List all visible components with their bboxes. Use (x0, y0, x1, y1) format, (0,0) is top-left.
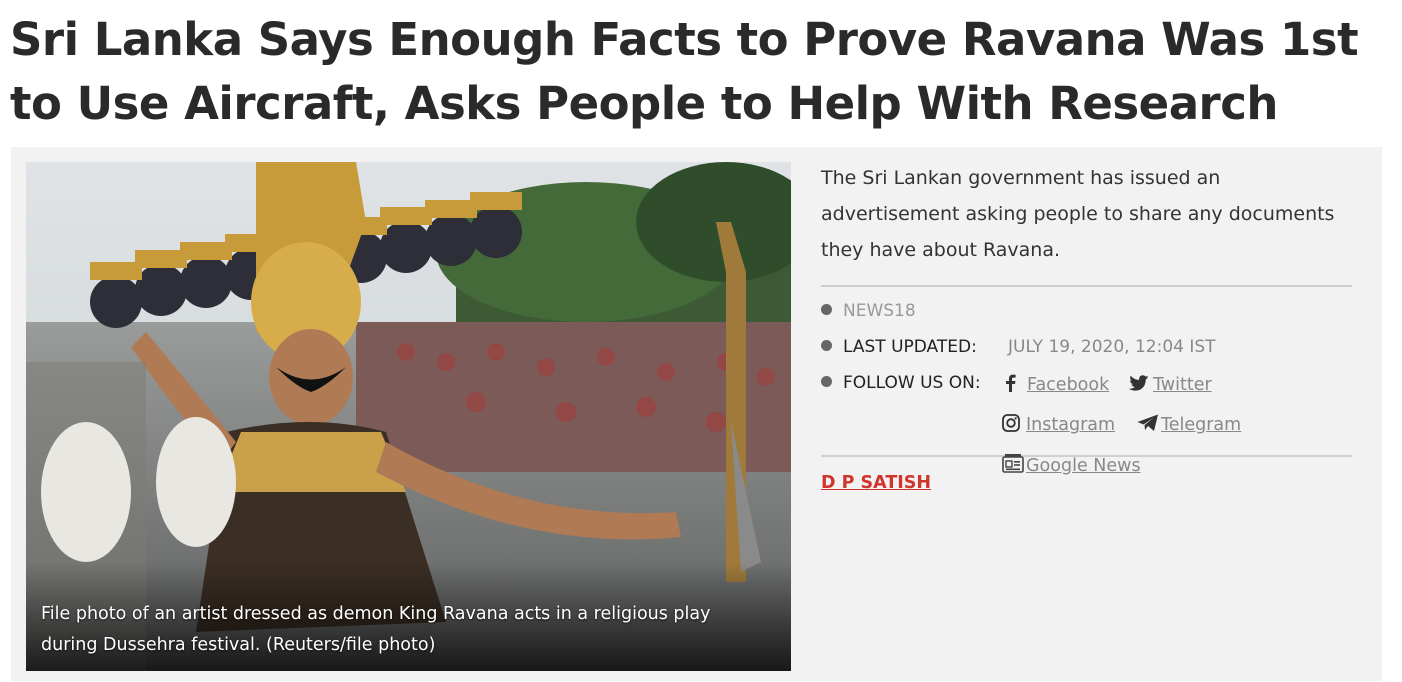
bullet-dot (821, 304, 832, 315)
instagram-icon (1002, 414, 1022, 439)
facebook-link[interactable]: Facebook (1003, 373, 1109, 399)
lead-photo-illustration (26, 162, 791, 671)
follow-us-label: FOLLOW US ON: (843, 373, 981, 393)
lead-photo: File photo of an artist dressed as demon… (26, 162, 791, 671)
instagram-label: Instagram (1026, 415, 1116, 435)
telegram-link[interactable]: Telegram (1137, 413, 1241, 439)
divider-top (821, 285, 1352, 287)
meta-follow-row: FOLLOW US ON: (821, 371, 981, 395)
article-headline: Sri Lanka Says Enough Facts to Prove Rav… (10, 13, 1359, 130)
twitter-icon (1129, 375, 1149, 399)
meta-source-row: NEWS18 (821, 299, 916, 323)
telegram-label: Telegram (1161, 415, 1242, 435)
article-summary: The Sri Lankan government has issued an … (821, 167, 1335, 261)
twitter-label: Twitter (1153, 375, 1212, 395)
bullet-dot (821, 340, 832, 351)
last-updated-value: JULY 19, 2020, 12:04 IST (1008, 337, 1216, 357)
instagram-link[interactable]: Instagram (1002, 413, 1115, 439)
source-label: NEWS18 (843, 301, 916, 321)
telegram-icon (1137, 414, 1158, 439)
google-news-label: Google News (1026, 456, 1141, 476)
bullet-dot (821, 376, 832, 387)
facebook-icon (1003, 374, 1023, 399)
photo-caption: File photo of an artist dressed as demon… (41, 604, 711, 655)
twitter-link[interactable]: Twitter (1129, 373, 1212, 399)
google-news-icon (1002, 453, 1024, 480)
google-news-link[interactable]: Google News (1002, 453, 1141, 480)
facebook-label: Facebook (1027, 375, 1110, 395)
meta-updated-row: LAST UPDATED: (821, 335, 977, 359)
last-updated-label: LAST UPDATED: (843, 337, 977, 357)
author-link[interactable]: D P SATISH (821, 473, 931, 493)
